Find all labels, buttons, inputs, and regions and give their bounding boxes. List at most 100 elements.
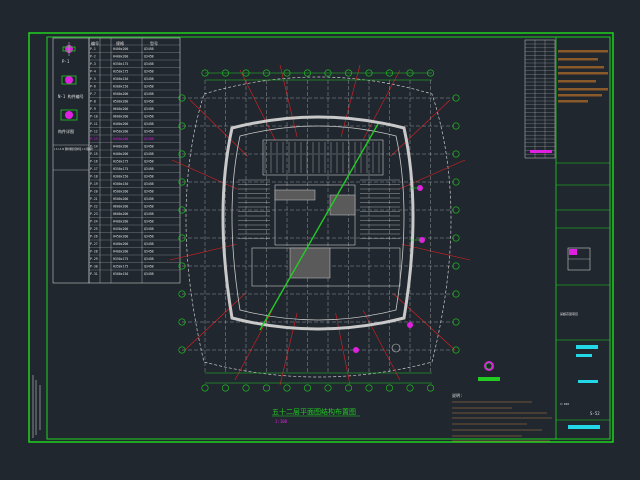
legend-symbol-3: 构件详图 xyxy=(58,109,78,134)
schedule-cell: P-30 xyxy=(90,265,98,269)
schedule-cell: Q345B xyxy=(144,152,154,156)
schedule-cell: Q345B xyxy=(144,122,154,126)
schedule-cell: H400x200 xyxy=(113,242,128,246)
notes-label: 说明: xyxy=(452,392,462,398)
schedule-cell: Q345B xyxy=(144,220,154,224)
schedule-cell: H500x200 xyxy=(113,197,128,201)
schedule-cell: Q345B xyxy=(144,272,154,276)
schedule-cell: Q345B xyxy=(144,55,154,59)
schedule-rows: P-1 H400x200 Q345B P-2 H400x200 Q345B P-3 H350x… xyxy=(89,44,180,276)
schedule-cell: H350x175 xyxy=(113,160,128,164)
legend-label-2: N-1 构件编号 xyxy=(58,93,84,99)
schedule-cell: P-6 xyxy=(90,85,96,89)
schedule-cell: Q345B xyxy=(144,257,154,261)
title-block-scale: 1:100 xyxy=(560,402,569,406)
mini-schedule-table xyxy=(524,39,556,159)
schedule-cell: P-26 xyxy=(90,235,98,239)
schedule-cell: H450x200 xyxy=(113,137,128,141)
title-block-sheet: S-52 xyxy=(590,411,600,416)
schedule-cell: P-28 xyxy=(90,250,98,254)
north-symbol xyxy=(478,361,500,381)
drawing-title: 五十二层平面图结构布置图 xyxy=(272,407,356,416)
title-block: 1:100 某超高层项目 S-52 xyxy=(555,36,611,440)
schedule-cell: P-9 xyxy=(90,107,96,111)
schedule-cell: H500x200 xyxy=(113,190,128,194)
schedule-cell: P-19 xyxy=(90,182,98,186)
schedule-cell: P-18 xyxy=(90,175,98,179)
schedule-cell: H400x200 xyxy=(113,55,128,59)
schedule-cell: H450x200 xyxy=(113,235,128,239)
schedule-cell: H600x200 xyxy=(113,107,128,111)
schedule-cell: Q345B xyxy=(144,130,154,134)
schedule-cell: Q345B xyxy=(144,227,154,231)
title-block-project: 某超高层项目 xyxy=(560,311,578,316)
schedule-cell: P-12 xyxy=(90,130,98,134)
drawing-subtitle: 1:100 xyxy=(275,419,288,424)
left-margin-marks xyxy=(32,375,41,438)
legend-panel: P-1 N-1 构件编号 构件详图 1.P-1~P-20 钢构件规格详见构件表 … xyxy=(52,37,93,284)
title-block-notes xyxy=(558,50,608,103)
schedule-cell: P-5 xyxy=(90,77,96,81)
schedule-cell: H450x200 xyxy=(113,130,128,134)
schedule-cell: Q345B xyxy=(144,100,154,104)
schedule-cell: H500x200 xyxy=(113,100,128,104)
schedule-cell: P-3 xyxy=(90,62,96,66)
schedule-cell: P-15 xyxy=(90,152,98,156)
interior-structure xyxy=(238,142,400,239)
legend-remark: 1.P-1~P-20 钢构件规格详见构件表 2.N 钢梁编号 xyxy=(54,146,93,151)
schedule-cell: Q345B xyxy=(144,265,154,269)
schedule-cell: P-10 xyxy=(90,115,98,119)
notes-block: 说明: xyxy=(452,392,552,442)
schedule-cell: H400x200 xyxy=(113,220,128,224)
schedule-cell: H350x175 xyxy=(113,62,128,66)
schedule-cell: Q345B xyxy=(144,190,154,194)
schedule-cell: P-2 xyxy=(90,55,96,59)
schedule-cell: Q345B xyxy=(144,242,154,246)
schedule-cell: Q345B xyxy=(144,47,154,51)
legend-symbol-2: N-1 构件编号 xyxy=(58,75,84,99)
schedule-cell: P-29 xyxy=(90,257,98,261)
schedule-cell: P-24 xyxy=(90,220,98,224)
schedule-cell: Q345B xyxy=(144,70,154,74)
schedule-cell: P-23 xyxy=(90,212,98,216)
schedule-cell: P-31 xyxy=(90,272,98,276)
legend-symbol-1: P-1 xyxy=(62,42,76,64)
schedule-cell: Q345B xyxy=(144,212,154,216)
schedule-cell: Q345B xyxy=(144,160,154,164)
key-plan-thumbnail xyxy=(567,247,591,271)
schedule-cell: H600x200 xyxy=(113,205,128,209)
schedule-cell: H350x175 xyxy=(113,167,128,171)
schedule-cell: P-27 xyxy=(90,242,98,246)
schedule-cell: Q345B xyxy=(144,145,154,149)
schedule-cell: P-7 xyxy=(90,92,96,96)
schedule-cell: H300x150 xyxy=(113,85,128,89)
schedule-cell: Q345B xyxy=(144,182,154,186)
schedule-cell: H400x200 xyxy=(113,250,128,254)
schedule-cell: H350x175 xyxy=(113,70,128,74)
schedule-cell: Q345B xyxy=(144,167,154,171)
stamp-area xyxy=(568,345,600,429)
schedule-cell: Q345B xyxy=(144,235,154,239)
schedule-cell: P-4 xyxy=(90,70,96,74)
floor-plan xyxy=(169,64,471,392)
schedule-cell: H600x200 xyxy=(113,115,128,119)
schedule-cell: P-8 xyxy=(90,100,96,104)
schedule-cell: Q345B xyxy=(144,107,154,111)
schedule-cell: H300x150 xyxy=(113,182,128,186)
cad-drawing-canvas: P-1 N-1 构件编号 构件详图 1.P-1~P-20 钢构件规格详见构件表 … xyxy=(28,32,614,443)
schedule-cell: Q345B xyxy=(144,250,154,254)
schedule-cell: H450x200 xyxy=(113,227,128,231)
schedule-cell: Q345B xyxy=(144,62,154,66)
schedule-cell: H600x200 xyxy=(113,212,128,216)
schedule-cell: Q345B xyxy=(144,85,154,89)
schedule-cell: Q345B xyxy=(144,115,154,119)
schedule-cell: Q345B xyxy=(144,205,154,209)
schedule-cell: Q345B xyxy=(144,77,154,81)
schedule-cell: Q345B xyxy=(144,92,154,96)
schedule-cell: H300x150 xyxy=(113,77,128,81)
schedule-cell: H350x175 xyxy=(113,265,128,269)
schedule-cell: P-14 xyxy=(90,145,98,149)
legend-label-1: P-1 xyxy=(62,59,70,64)
steel-schedule-table: 编号 规格 型号 P-1 H400x200 Q345BP-2 H400x200 Q345… xyxy=(88,37,181,284)
schedule-cell: P-1 xyxy=(90,47,96,51)
